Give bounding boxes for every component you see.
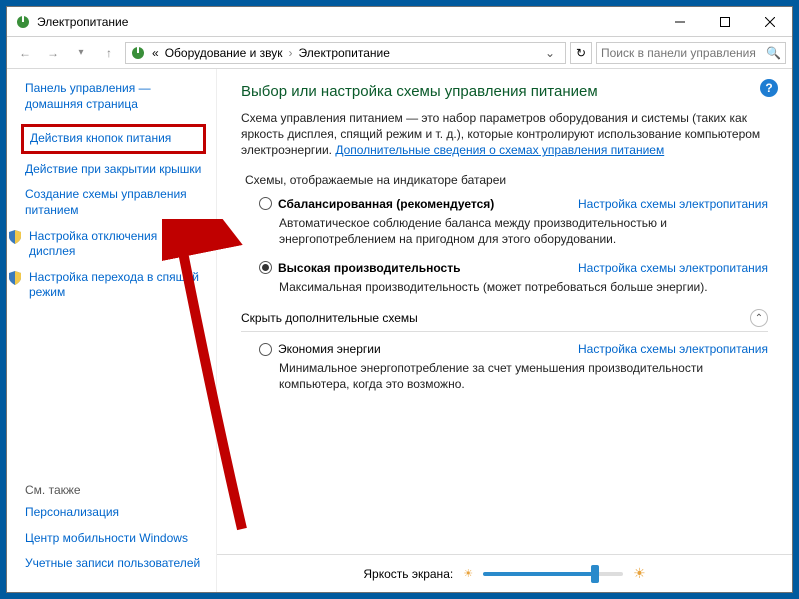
plan-power-saver-settings-link[interactable]: Настройка схемы электропитания (578, 342, 768, 356)
see-also-mobility-center[interactable]: Центр мобильности Windows (25, 531, 206, 547)
search-input[interactable] (601, 46, 766, 60)
sidebar-sleep-link[interactable]: Настройка перехода в спящий режим (7, 270, 206, 301)
slider-thumb[interactable] (591, 565, 599, 583)
plan-balanced: Сбалансированная (рекомендуется) Настрой… (259, 197, 768, 247)
sidebar-power-buttons-link[interactable]: Действия кнопок питания (21, 124, 206, 154)
sidebar-lid-close-link[interactable]: Действие при закрытии крышки (25, 162, 206, 178)
sidebar-display-off-link[interactable]: Настройка отключения дисплея (7, 229, 206, 260)
window-title: Электропитание (37, 15, 657, 29)
main-panel: ? Выбор или настройка схемы управления п… (217, 69, 792, 592)
hide-additional-plans-row: Скрыть дополнительные схемы ⌃ (241, 309, 768, 332)
brightness-label: Яркость экрана: (363, 567, 453, 581)
sun-bright-icon: ☀ (633, 565, 646, 582)
breadcrumb-dropdown[interactable]: ⌄ (539, 46, 561, 60)
chevron-right-icon: › (289, 46, 293, 60)
plan-balanced-desc: Автоматическое соблюдение баланса между … (279, 215, 768, 247)
battery-plans-heading: Схемы, отображаемые на индикаторе батаре… (245, 173, 768, 187)
sun-dim-icon: ☀ (463, 567, 473, 580)
plan-high-performance-radio[interactable] (259, 261, 272, 274)
shield-icon (7, 229, 23, 245)
plan-high-performance: Высокая производительность Настройка схе… (259, 261, 768, 295)
power-options-icon (15, 14, 31, 30)
power-options-icon (130, 45, 146, 61)
close-button[interactable] (747, 7, 792, 36)
see-also-personalization[interactable]: Персонализация (25, 505, 206, 521)
search-icon[interactable]: 🔍 (766, 46, 781, 60)
sidebar-item-label: Настройка перехода в спящий режим (29, 270, 206, 301)
breadcrumb-power[interactable]: Электропитание (299, 46, 390, 60)
sidebar-home-link[interactable]: Панель управления — домашняя страница (25, 81, 206, 112)
nav-recent-button[interactable]: ▾ (69, 41, 93, 65)
plan-high-performance-desc: Максимальная производительность (может п… (279, 279, 768, 295)
plan-power-saver-desc: Минимальное энергопотребление за счет ум… (279, 360, 768, 392)
nav-up-button[interactable]: ↑ (97, 41, 121, 65)
brightness-slider[interactable] (483, 572, 623, 576)
breadcrumb[interactable]: « Оборудование и звук › Электропитание ⌄ (125, 42, 566, 64)
navigation-bar: ← → ▾ ↑ « Оборудование и звук › Электроп… (7, 37, 792, 69)
titlebar: Электропитание (7, 7, 792, 37)
page-title: Выбор или настройка схемы управления пит… (241, 83, 768, 100)
sidebar-create-plan-link[interactable]: Создание схемы управления питанием (25, 187, 206, 218)
search-box[interactable]: 🔍 (596, 42, 786, 64)
refresh-button[interactable]: ↻ (570, 42, 592, 64)
plan-power-saver-radio[interactable] (259, 343, 272, 356)
sidebar: Панель управления — домашняя страница Де… (7, 69, 217, 592)
plan-balanced-name: Сбалансированная (рекомендуется) (278, 197, 494, 211)
sidebar-item-label: Настройка отключения дисплея (29, 229, 206, 260)
plan-balanced-settings-link[interactable]: Настройка схемы электропитания (578, 197, 768, 211)
help-icon[interactable]: ? (760, 79, 778, 97)
plan-balanced-radio[interactable] (259, 197, 272, 210)
plan-high-performance-name: Высокая производительность (278, 261, 460, 275)
page-description: Схема управления питанием — это набор па… (241, 110, 768, 159)
nav-back-button[interactable]: ← (13, 41, 37, 65)
hide-additional-plans-label: Скрыть дополнительные схемы (241, 311, 418, 325)
see-also-heading: См. также (25, 483, 206, 497)
nav-forward-button[interactable]: → (41, 41, 65, 65)
plan-power-saver: Экономия энергии Настройка схемы электро… (259, 342, 768, 392)
minimize-button[interactable] (657, 7, 702, 36)
control-panel-window: Электропитание ← → ▾ ↑ « Оборудование и … (6, 6, 793, 593)
shield-icon (7, 270, 23, 286)
plan-power-saver-name: Экономия энергии (278, 342, 381, 356)
brightness-bar: Яркость экрана: ☀ ☀ (217, 554, 792, 592)
collapse-button[interactable]: ⌃ (750, 309, 768, 327)
breadcrumb-hardware[interactable]: Оборудование и звук (165, 46, 283, 60)
breadcrumb-prefix[interactable]: « (152, 46, 159, 60)
see-also-user-accounts[interactable]: Учетные записи пользователей (25, 556, 206, 572)
plan-high-performance-settings-link[interactable]: Настройка схемы электропитания (578, 261, 768, 275)
learn-more-link[interactable]: Дополнительные сведения о схемах управле… (335, 143, 664, 157)
maximize-button[interactable] (702, 7, 747, 36)
